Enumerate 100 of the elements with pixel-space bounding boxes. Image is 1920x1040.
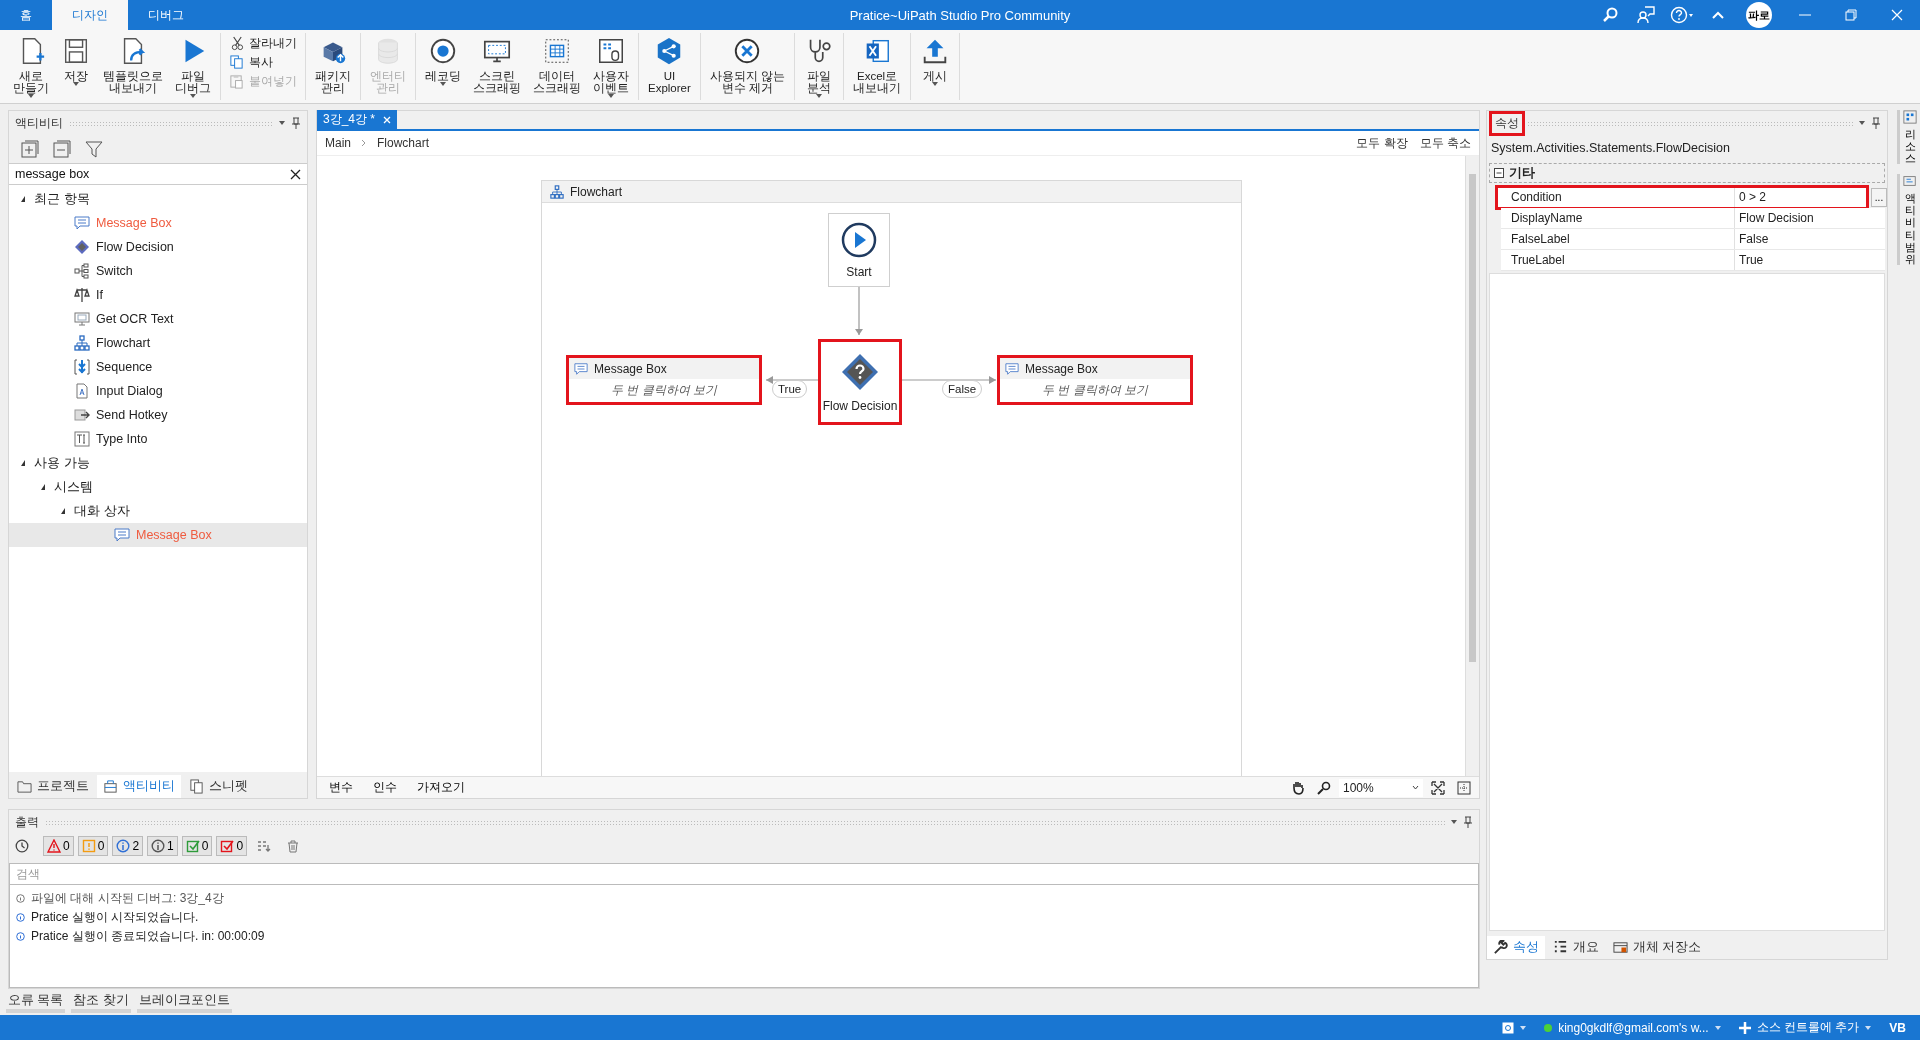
scissors-icon [229, 36, 244, 51]
tree-item[interactable]: Type Into [9, 427, 307, 451]
collapse-all-link[interactable]: 모두 축소 [1417, 134, 1473, 152]
filter-button[interactable] [85, 140, 103, 158]
property-row[interactable]: TrueLabel True [1501, 250, 1885, 271]
minimize-icon [1799, 14, 1811, 16]
grid-dots-icon [1903, 110, 1917, 124]
tree-item[interactable]: 사용 가능 [9, 451, 307, 475]
ribbon-button[interactable]: 새로 만들기 [8, 33, 54, 100]
designer-tab[interactable]: 변수 [321, 779, 361, 796]
tree-item[interactable]: Input Dialog [9, 379, 307, 403]
ribbon-button[interactable]: Excel로 내보내기 [848, 33, 907, 96]
tree-item[interactable]: Flowchart [9, 331, 307, 355]
ribbon-tab[interactable]: 디버그 [128, 0, 204, 30]
search-field[interactable]: 검색 [9, 863, 1479, 885]
expand-all-button[interactable] [21, 140, 39, 158]
scrollbar[interactable] [1465, 156, 1479, 776]
key-arrow-icon [74, 407, 90, 423]
ribbon-button[interactable]: 스크린 스크래핑 [468, 33, 526, 96]
property-value[interactable]: False [1735, 229, 1885, 249]
ribbon-button[interactable]: 파일 분석 [799, 33, 840, 100]
repository-icon [1613, 940, 1628, 955]
tree-item[interactable]: Get OCR Text [9, 307, 307, 331]
ribbon-button[interactable]: 파일 디버그 [170, 33, 216, 100]
ribbon-button[interactable]: 저장 [56, 33, 96, 88]
panel-tab[interactable]: 스니펫 [183, 775, 254, 798]
language-label[interactable]: VB [1889, 1020, 1906, 1035]
filter-toggle[interactable]: 0 [181, 836, 213, 856]
property-value[interactable]: Flow Decision [1735, 208, 1885, 228]
filter-toggle[interactable]: 0 [77, 836, 109, 856]
document-tab[interactable]: 3강_4강 * [317, 110, 398, 129]
ribbon-button[interactable]: 복사 [225, 54, 301, 71]
ribbon-button[interactable]: 패키지 관리 [310, 33, 356, 96]
tree-item[interactable]: Switch [9, 259, 307, 283]
activity-hint: 두 번 클릭하여 보기 [611, 382, 717, 399]
ribbon-button[interactable]: 레코딩 [420, 33, 466, 88]
tree-item[interactable]: 최근 항목 [9, 187, 307, 211]
ribbon-button[interactable]: 게시 [915, 33, 956, 88]
breadcrumb-link[interactable]: Flowchart [375, 136, 432, 150]
side-tab[interactable]: 액티비티 범위 [1897, 174, 1917, 265]
activity-box[interactable]: Message Box 두 번 클릭하여 보기 [566, 355, 762, 405]
designer-tab[interactable]: 인수 [365, 779, 405, 796]
notifications-button[interactable] [1502, 1021, 1527, 1034]
expander-icon[interactable] [41, 484, 45, 490]
zoom-dropdown[interactable]: 100% [1339, 778, 1423, 797]
filter-toggle[interactable]: 0 [216, 836, 248, 856]
clock-icon [15, 839, 29, 853]
home-tab[interactable]: 홈 [0, 0, 52, 30]
caret-icon [1520, 1025, 1527, 1030]
decision-node[interactable]: Flow Decision [818, 339, 902, 425]
search-input[interactable]: 검색 [14, 866, 1474, 882]
tree-item[interactable]: Sequence [9, 355, 307, 379]
expand-all-link[interactable]: 모두 확장 [1354, 134, 1410, 152]
filter-toggle[interactable]: 1 [147, 836, 178, 856]
category-header[interactable]: 기타 [1489, 163, 1885, 183]
ribbon-tab[interactable]: 디자인 [52, 0, 128, 30]
property-value[interactable]: 0 > 2 [1735, 187, 1867, 207]
tree-item[interactable]: If [9, 283, 307, 307]
expander-icon[interactable] [21, 460, 25, 466]
caret-icon[interactable] [1451, 820, 1457, 824]
property-row[interactable]: FalseLabel False [1501, 229, 1885, 250]
user-avatar[interactable]: 파로 [1746, 2, 1772, 28]
panel-tab[interactable]: 개체 저장소 [1607, 936, 1708, 959]
search-input[interactable]: message box [15, 167, 290, 181]
diamond-icon [74, 239, 90, 255]
log-line: 파일에 대해 시작된 디버그: 3강_4강 [31, 890, 224, 907]
designer-tab[interactable]: 가져오기 [409, 779, 473, 796]
panel-tab[interactable]: 액티비티 [97, 775, 181, 798]
account-button[interactable]: king0gkdlf@gmail.com's w... [1544, 1020, 1721, 1035]
panel-tab[interactable]: 개요 [1547, 936, 1605, 959]
search-field[interactable]: message box [9, 163, 307, 185]
property-value[interactable]: True [1735, 250, 1885, 270]
source-control-button[interactable]: 소스 컨트롤에 추가 [1738, 1019, 1872, 1036]
filter-toggle[interactable]: 2 [112, 836, 144, 856]
ribbon-button[interactable]: 데이터 스크래핑 [528, 33, 586, 96]
tree-item[interactable]: Flow Decision [9, 235, 307, 259]
panel-tab[interactable]: 프로젝트 [11, 775, 95, 798]
ribbon-button[interactable]: 사용자 이벤트 [588, 33, 634, 100]
tree-item[interactable]: Send Hotkey [9, 403, 307, 427]
panel-tab[interactable]: 속성 [1487, 936, 1545, 959]
ribbon-button[interactable]: 잘라내기 [225, 35, 301, 52]
ribbon-button[interactable]: 템플릿으로 내보내기 [98, 33, 168, 96]
ticket-icon [1903, 174, 1917, 189]
expander-icon[interactable] [21, 196, 25, 202]
ellipsis-button[interactable]: ... [1871, 188, 1887, 207]
activity-box[interactable]: Message Box 두 번 클릭하여 보기 [997, 355, 1193, 405]
breadcrumb-link[interactable]: Main [323, 136, 353, 150]
filter-toggle[interactable]: 0 [43, 836, 74, 856]
side-tab[interactable]: 리소스 [1897, 110, 1917, 165]
org-chart-icon [74, 335, 90, 351]
tree-item[interactable]: 시스템 [9, 475, 307, 499]
ribbon-button[interactable]: UI Explorer [643, 33, 696, 96]
tree-item[interactable]: 대화 상자 [9, 499, 307, 523]
connector-label: True [772, 380, 808, 398]
caret-icon[interactable] [279, 121, 285, 125]
expander-icon[interactable] [61, 508, 65, 514]
property-row[interactable]: DisplayName Flow Decision [1501, 208, 1885, 229]
start-node[interactable]: Start [828, 213, 890, 287]
ribbon-button[interactable]: 사용되지 않는 변수 제거 [704, 33, 791, 96]
caret-icon[interactable] [1859, 121, 1865, 125]
